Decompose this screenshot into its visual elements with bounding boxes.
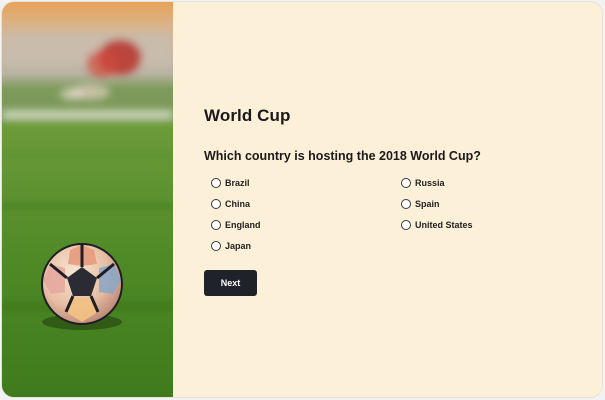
option-label: England bbox=[225, 220, 261, 230]
option-japan[interactable]: Japan bbox=[211, 238, 251, 254]
option-label: Japan bbox=[225, 241, 252, 251]
option-label: United States bbox=[415, 220, 473, 230]
next-button[interactable]: Next bbox=[204, 270, 257, 296]
option-brazil[interactable]: Brazil bbox=[211, 175, 250, 191]
radio-icon[interactable] bbox=[211, 220, 221, 230]
option-united-states[interactable]: United States bbox=[401, 217, 473, 233]
option-spain[interactable]: Spain bbox=[401, 196, 440, 212]
question-text: Which country is hosting the 2018 World … bbox=[204, 149, 481, 163]
survey-content: World Cup Which country is hosting the 2… bbox=[173, 2, 602, 397]
radio-icon[interactable] bbox=[401, 178, 411, 188]
radio-icon[interactable] bbox=[211, 199, 221, 209]
radio-icon[interactable] bbox=[401, 199, 411, 209]
option-label: Brazil bbox=[225, 178, 250, 188]
radio-icon[interactable] bbox=[211, 241, 221, 251]
option-label: Russia bbox=[415, 178, 445, 188]
survey-title: World Cup bbox=[204, 106, 291, 125]
option-label: China bbox=[225, 199, 251, 209]
radio-icon[interactable] bbox=[401, 220, 411, 230]
radio-icon[interactable] bbox=[211, 178, 221, 188]
option-england[interactable]: England bbox=[211, 217, 261, 233]
option-label: Spain bbox=[415, 199, 440, 209]
option-russia[interactable]: Russia bbox=[401, 175, 445, 191]
survey-card: World Cup Which country is hosting the 2… bbox=[2, 2, 602, 397]
option-china[interactable]: China bbox=[211, 196, 250, 212]
soccer-ball-image bbox=[2, 2, 173, 397]
